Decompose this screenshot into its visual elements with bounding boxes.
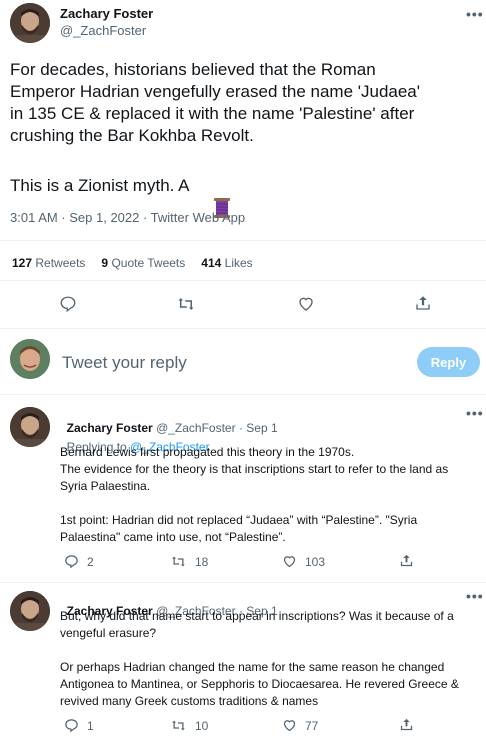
thread-spool-icon bbox=[193, 175, 231, 218]
current-user-avatar[interactable] bbox=[10, 339, 50, 379]
tweet-meta[interactable]: 3:01 AM · Sep 1, 2022 · Twitter Web App bbox=[10, 210, 245, 225]
retweet-button[interactable]: 10 bbox=[170, 718, 208, 733]
reply-button[interactable] bbox=[59, 295, 77, 313]
share-button[interactable] bbox=[399, 553, 414, 568]
reply-line bbox=[60, 495, 480, 512]
like-button[interactable]: 103 bbox=[282, 554, 325, 569]
more-options-icon[interactable]: ••• bbox=[466, 6, 484, 22]
retweet-button[interactable]: 18 bbox=[170, 554, 208, 569]
separator-dot: · bbox=[238, 421, 243, 435]
retweet-icon bbox=[178, 298, 194, 310]
reply-line bbox=[60, 642, 482, 659]
retweets-stat[interactable]: 127 Retweets bbox=[12, 256, 85, 270]
reply-line: revived many Greek customs traditions & … bbox=[60, 694, 319, 708]
quotes-count: 9 bbox=[101, 256, 109, 270]
reply-submit-label: Reply bbox=[430, 354, 467, 370]
reply-line: Palaestina" came into use, not “Palestin… bbox=[60, 530, 286, 544]
retweets-count: 127 bbox=[12, 256, 33, 270]
like-button[interactable]: 77 bbox=[282, 718, 318, 733]
more-options-icon[interactable]: ••• bbox=[466, 405, 484, 421]
tweet-stats: 127 Retweets 9 Quote Tweets 414 Likes bbox=[12, 256, 253, 270]
reply-button[interactable]: 1 bbox=[64, 718, 94, 733]
reply-button[interactable]: 2 bbox=[64, 554, 94, 569]
quotes-label: Quote Tweets bbox=[111, 256, 186, 270]
reply-icon bbox=[65, 555, 78, 569]
reply-text: Bernard Lewis first propagated this theo… bbox=[60, 444, 480, 546]
tweet-line: This is a Zionist myth. A bbox=[10, 176, 194, 195]
reply-line: Antigonea to Mantinea, or Sepphoris to D… bbox=[60, 677, 459, 691]
retweet-icon bbox=[172, 556, 185, 567]
likes-label: Likes bbox=[224, 256, 253, 270]
retweet-button[interactable] bbox=[176, 295, 196, 313]
divider bbox=[0, 394, 486, 395]
author-avatar[interactable] bbox=[10, 3, 50, 43]
avatar-photo bbox=[10, 339, 50, 379]
heart-icon bbox=[299, 297, 313, 311]
reply-avatar[interactable] bbox=[10, 407, 50, 447]
reply-line: Or perhaps Hadrian changed the name for … bbox=[60, 660, 445, 674]
divider bbox=[0, 280, 486, 281]
reply-line: Syria Palaestina. bbox=[60, 479, 151, 493]
divider bbox=[0, 582, 486, 583]
retweet-count: 10 bbox=[195, 718, 209, 733]
reply-line: But, why did that name start to appear i… bbox=[60, 609, 454, 623]
reply-count: 2 bbox=[87, 554, 94, 569]
tweet-line: crushing the Bar Kokhba Revolt. bbox=[10, 126, 254, 145]
share-icon bbox=[400, 718, 413, 731]
likes-count: 414 bbox=[201, 256, 222, 270]
heart-icon bbox=[283, 556, 296, 568]
reply-line: 1st point: Hadrian did not replaced “Jud… bbox=[60, 513, 418, 527]
share-button[interactable] bbox=[414, 294, 432, 312]
reply-actions: 1 10 77 bbox=[60, 718, 480, 736]
reply-line: vengeful erasure? bbox=[60, 626, 157, 640]
share-icon bbox=[400, 554, 413, 567]
like-count: 77 bbox=[305, 718, 319, 733]
tweet-text-2: This is a Zionist myth. A bbox=[10, 175, 231, 218]
reply-date[interactable]: Sep 1 bbox=[246, 421, 277, 435]
heart-icon bbox=[283, 720, 296, 732]
avatar-photo bbox=[10, 3, 50, 43]
divider bbox=[0, 328, 486, 329]
more-options-icon[interactable]: ••• bbox=[466, 588, 484, 604]
like-button[interactable] bbox=[297, 295, 315, 313]
divider bbox=[0, 240, 486, 241]
share-icon bbox=[416, 296, 430, 310]
retweet-icon bbox=[172, 720, 185, 731]
reply-text: But, why did that name start to appear i… bbox=[60, 608, 482, 710]
likes-stat[interactable]: 414 Likes bbox=[201, 256, 252, 270]
author-handle[interactable]: @_ZachFoster bbox=[60, 23, 146, 38]
reply-line: The evidence for the theory is that insc… bbox=[60, 462, 449, 476]
like-count: 103 bbox=[305, 554, 326, 569]
reply-avatar[interactable] bbox=[10, 591, 50, 631]
avatar-photo bbox=[10, 407, 50, 447]
retweets-label: Retweets bbox=[35, 256, 86, 270]
quotes-stat[interactable]: 9 Quote Tweets bbox=[101, 256, 185, 270]
tweet-line: Emperor Hadrian vengefully erased the na… bbox=[10, 82, 421, 101]
author-name[interactable]: Zachary Foster bbox=[60, 6, 153, 21]
reply-submit-button[interactable]: Reply bbox=[417, 347, 480, 377]
reply-input[interactable]: Tweet your reply bbox=[62, 353, 402, 373]
reply-actions: 2 18 103 bbox=[60, 554, 480, 572]
tweet-text: For decades, historians believed that th… bbox=[10, 59, 482, 147]
reply-line: Bernard Lewis first propagated this theo… bbox=[60, 445, 355, 459]
reply-icon bbox=[65, 719, 78, 733]
tweet-line: in 135 CE & replaced it with the name 'P… bbox=[10, 104, 415, 123]
retweet-count: 18 bbox=[195, 554, 209, 569]
reply-icon bbox=[60, 296, 76, 313]
avatar-photo bbox=[10, 591, 50, 631]
share-button[interactable] bbox=[399, 717, 414, 732]
tweet-line: For decades, historians believed that th… bbox=[10, 60, 376, 79]
reply-count: 1 bbox=[87, 718, 94, 733]
